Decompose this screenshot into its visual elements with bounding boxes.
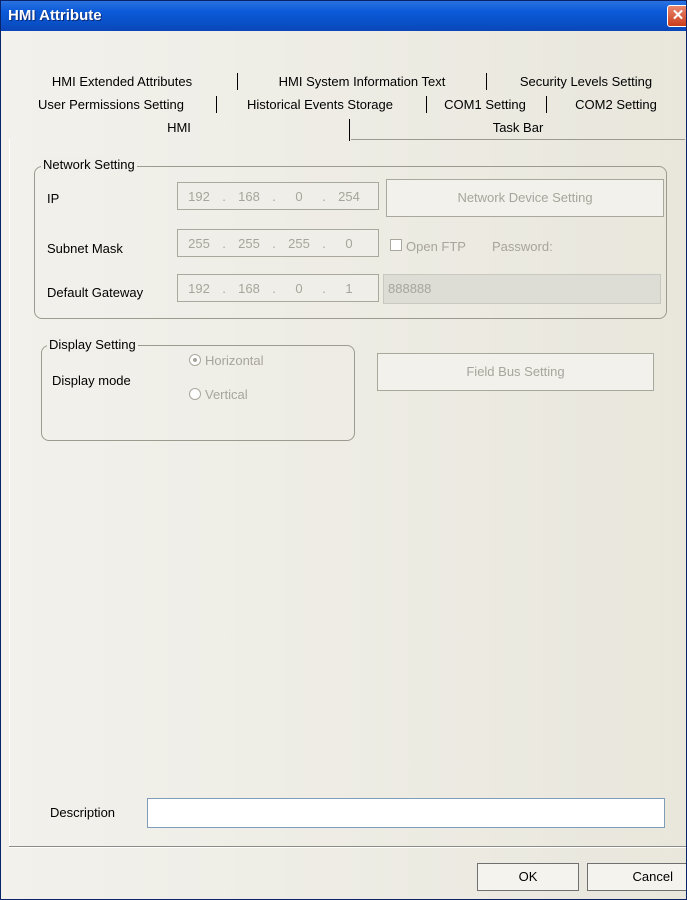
- tab-hmi-system-information-text[interactable]: HMI System Information Text: [238, 71, 486, 92]
- ip-address-field[interactable]: 192. 168. 0. 254: [177, 182, 379, 210]
- description-label: Description: [50, 805, 116, 820]
- display-setting-legend: Display Setting: [47, 337, 138, 352]
- tab-label: HMI Extended Attributes: [51, 74, 193, 89]
- tab-label: Security Levels Setting: [519, 74, 653, 89]
- tab-label: COM1 Setting: [444, 97, 526, 112]
- tab-label: HMI System Information Text: [278, 74, 446, 89]
- horizontal-label: Horizontal: [205, 353, 264, 368]
- cancel-button[interactable]: Cancel: [587, 863, 686, 891]
- display-mode-label: Display mode: [52, 373, 131, 388]
- tab-label: HMI: [167, 120, 191, 135]
- default-gateway-label: Default Gateway: [47, 285, 144, 300]
- tab-label: Task Bar: [492, 120, 544, 135]
- vertical-radio[interactable]: [189, 388, 201, 400]
- close-icon: ✕: [671, 7, 685, 24]
- open-ftp-checkbox[interactable]: [390, 239, 402, 251]
- field-bus-setting-button[interactable]: Field Bus Setting: [377, 353, 654, 391]
- tab-user-permissions-setting[interactable]: User Permissions Setting: [11, 94, 211, 115]
- network-setting-legend: Network Setting: [41, 157, 137, 172]
- tab-label: COM2 Setting: [575, 97, 657, 112]
- button-label: Cancel: [632, 869, 673, 884]
- password-field[interactable]: 888888: [383, 274, 661, 304]
- password-label: Password:: [492, 239, 553, 254]
- tab-task-bar[interactable]: Task Bar: [351, 117, 685, 138]
- tab-com2-setting[interactable]: COM2 Setting: [547, 94, 685, 115]
- tab-hmi-extended-attributes[interactable]: HMI Extended Attributes: [11, 71, 233, 92]
- ok-button[interactable]: OK: [477, 863, 579, 891]
- default-gateway-field[interactable]: 192. 168. 0. 1: [177, 274, 379, 302]
- ip-label: IP: [47, 191, 60, 206]
- tab-label: User Permissions Setting: [38, 97, 184, 112]
- button-label: OK: [518, 869, 538, 884]
- description-input[interactable]: [147, 798, 665, 828]
- button-label: Network Device Setting: [457, 190, 593, 205]
- tab-hmi[interactable]: HMI: [11, 117, 347, 138]
- window-title: HMI Attribute: [8, 7, 102, 24]
- subnet-mask-field[interactable]: 255. 255. 255. 0: [177, 229, 379, 257]
- tab-com1-setting[interactable]: COM1 Setting: [427, 94, 543, 115]
- dialog-body: HMI Extended Attributes HMI System Infor…: [1, 31, 686, 899]
- button-label: Field Bus Setting: [466, 364, 565, 379]
- tab-security-levels-setting[interactable]: Security Levels Setting: [488, 71, 684, 92]
- close-button[interactable]: ✕: [667, 5, 686, 27]
- network-device-setting-button[interactable]: Network Device Setting: [386, 179, 664, 217]
- open-ftp-label: Open FTP: [406, 239, 466, 254]
- tab-label: Historical Events Storage: [247, 97, 393, 112]
- tab-historical-events-storage[interactable]: Historical Events Storage: [217, 94, 423, 115]
- vertical-label: Vertical: [205, 387, 248, 402]
- horizontal-radio[interactable]: [189, 354, 201, 366]
- title-bar[interactable]: HMI Attribute ✕: [1, 1, 686, 31]
- subnet-mask-label: Subnet Mask: [47, 241, 123, 256]
- hmi-attribute-dialog: HMI Attribute ✕ HMI Extended Attributes …: [0, 0, 687, 900]
